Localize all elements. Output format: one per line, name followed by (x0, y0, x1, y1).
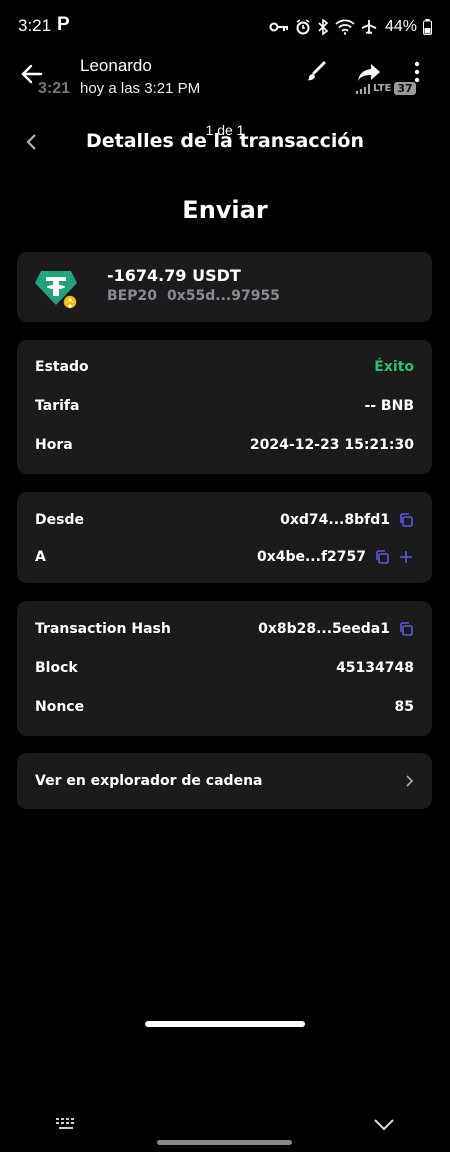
message-timestamp: hoy a las 3:21 PM (80, 80, 201, 97)
hash-value-group: 0x8b28...5eeda1 (258, 621, 414, 637)
battery-icon (423, 19, 432, 35)
status-label: Estado (35, 359, 89, 375)
to-label: A (35, 549, 46, 565)
asset-contract: 0x55d...97955 (166, 288, 280, 304)
block-value: 45134748 (336, 660, 414, 676)
asset-details: BEP20 0x55d...97955 (107, 288, 290, 304)
usdt-token-icon (35, 271, 77, 309)
time-label: Hora (35, 437, 73, 453)
key-icon (269, 22, 288, 32)
battery-percent: 44% (384, 18, 417, 35)
alarm-icon (296, 19, 310, 35)
fee-label: Tarifa (35, 398, 80, 414)
to-address: 0x4be...f2757 (256, 549, 366, 565)
hash-label: Transaction Hash (35, 621, 171, 637)
status-row: Estado Éxito (35, 356, 414, 378)
status-bar: 3:21 P 44% (0, 0, 450, 56)
network-indicator: LTE 37 (356, 82, 416, 95)
viewer-header: 3:21 Leonardo hoy a las 3:21 PM LTE 37 (0, 52, 450, 102)
share-icon[interactable] (356, 60, 382, 84)
hash-value: 0x8b28...5eeda1 (258, 621, 390, 637)
status-time: 3:21 (18, 16, 52, 35)
more-icon[interactable] (414, 60, 420, 84)
nonce-label: Nonce (35, 699, 85, 715)
bluetooth-icon (318, 19, 329, 35)
chevron-down-icon[interactable] (373, 1118, 395, 1132)
transaction-type: Enviar (182, 196, 268, 224)
explorer-label: Ver en explorador de cadena (35, 773, 263, 789)
fee-value: -- BNB (364, 398, 414, 414)
from-row: Desde 0xd74...8bfd1 (35, 509, 414, 531)
copy-icon[interactable] (398, 512, 414, 528)
navigation-handle[interactable] (157, 1140, 292, 1145)
wifi-icon (335, 19, 355, 35)
overlay-time: 3:21 (38, 80, 71, 97)
brush-icon[interactable] (304, 60, 328, 84)
network-label: LTE (373, 83, 392, 94)
asset-card: -1674.79 USDT BEP20 0x55d...97955 (17, 252, 432, 322)
address-card: Desde 0xd74...8bfd1 A 0x4be...f2757 (17, 492, 432, 583)
block-label: Block (35, 660, 78, 676)
hash-card: Transaction Hash 0x8b28...5eeda1 Block 4… (17, 601, 432, 736)
status-value: Éxito (374, 359, 414, 375)
from-label: Desde (35, 512, 84, 528)
keyboard-icon[interactable] (55, 1117, 77, 1131)
sender-name: Leonardo (80, 56, 152, 75)
to-value-group: 0x4be...f2757 (257, 549, 414, 565)
nonce-value: 85 (394, 699, 414, 715)
copy-icon[interactable] (398, 621, 414, 637)
explorer-row[interactable]: Ver en explorador de cadena (35, 770, 414, 792)
from-value-group: 0xd74...8bfd1 (280, 512, 414, 528)
fee-row: Tarifa -- BNB (35, 395, 414, 417)
from-address: 0xd74...8bfd1 (280, 512, 390, 528)
copy-icon[interactable] (374, 549, 390, 565)
signal-icon (356, 83, 370, 94)
network-badge: 37 (394, 82, 416, 95)
status-icons: 44% (269, 18, 432, 36)
app-notification-icon: P (57, 14, 70, 35)
to-row: A 0x4be...f2757 (35, 546, 414, 568)
airplane-icon (361, 20, 377, 34)
time-value: 2024-12-23 15:21:30 (249, 437, 414, 453)
hash-row: Transaction Hash 0x8b28...5eeda1 (35, 618, 414, 640)
chevron-right-icon (406, 775, 414, 787)
home-indicator[interactable] (145, 1021, 305, 1027)
explorer-link[interactable]: Ver en explorador de cadena (17, 753, 432, 809)
nonce-row: Nonce 85 (35, 696, 414, 718)
add-contact-icon[interactable] (398, 549, 414, 565)
asset-amount: -1674.79 USDT (107, 266, 241, 285)
block-row: Block 45134748 (35, 657, 414, 679)
page-indicator: 1 de 1 (205, 122, 245, 138)
status-card: Estado Éxito Tarifa -- BNB Hora 2024-12-… (17, 340, 432, 474)
time-row: Hora 2024-12-23 15:21:30 (35, 434, 414, 456)
asset-network: BEP20 (107, 288, 157, 304)
